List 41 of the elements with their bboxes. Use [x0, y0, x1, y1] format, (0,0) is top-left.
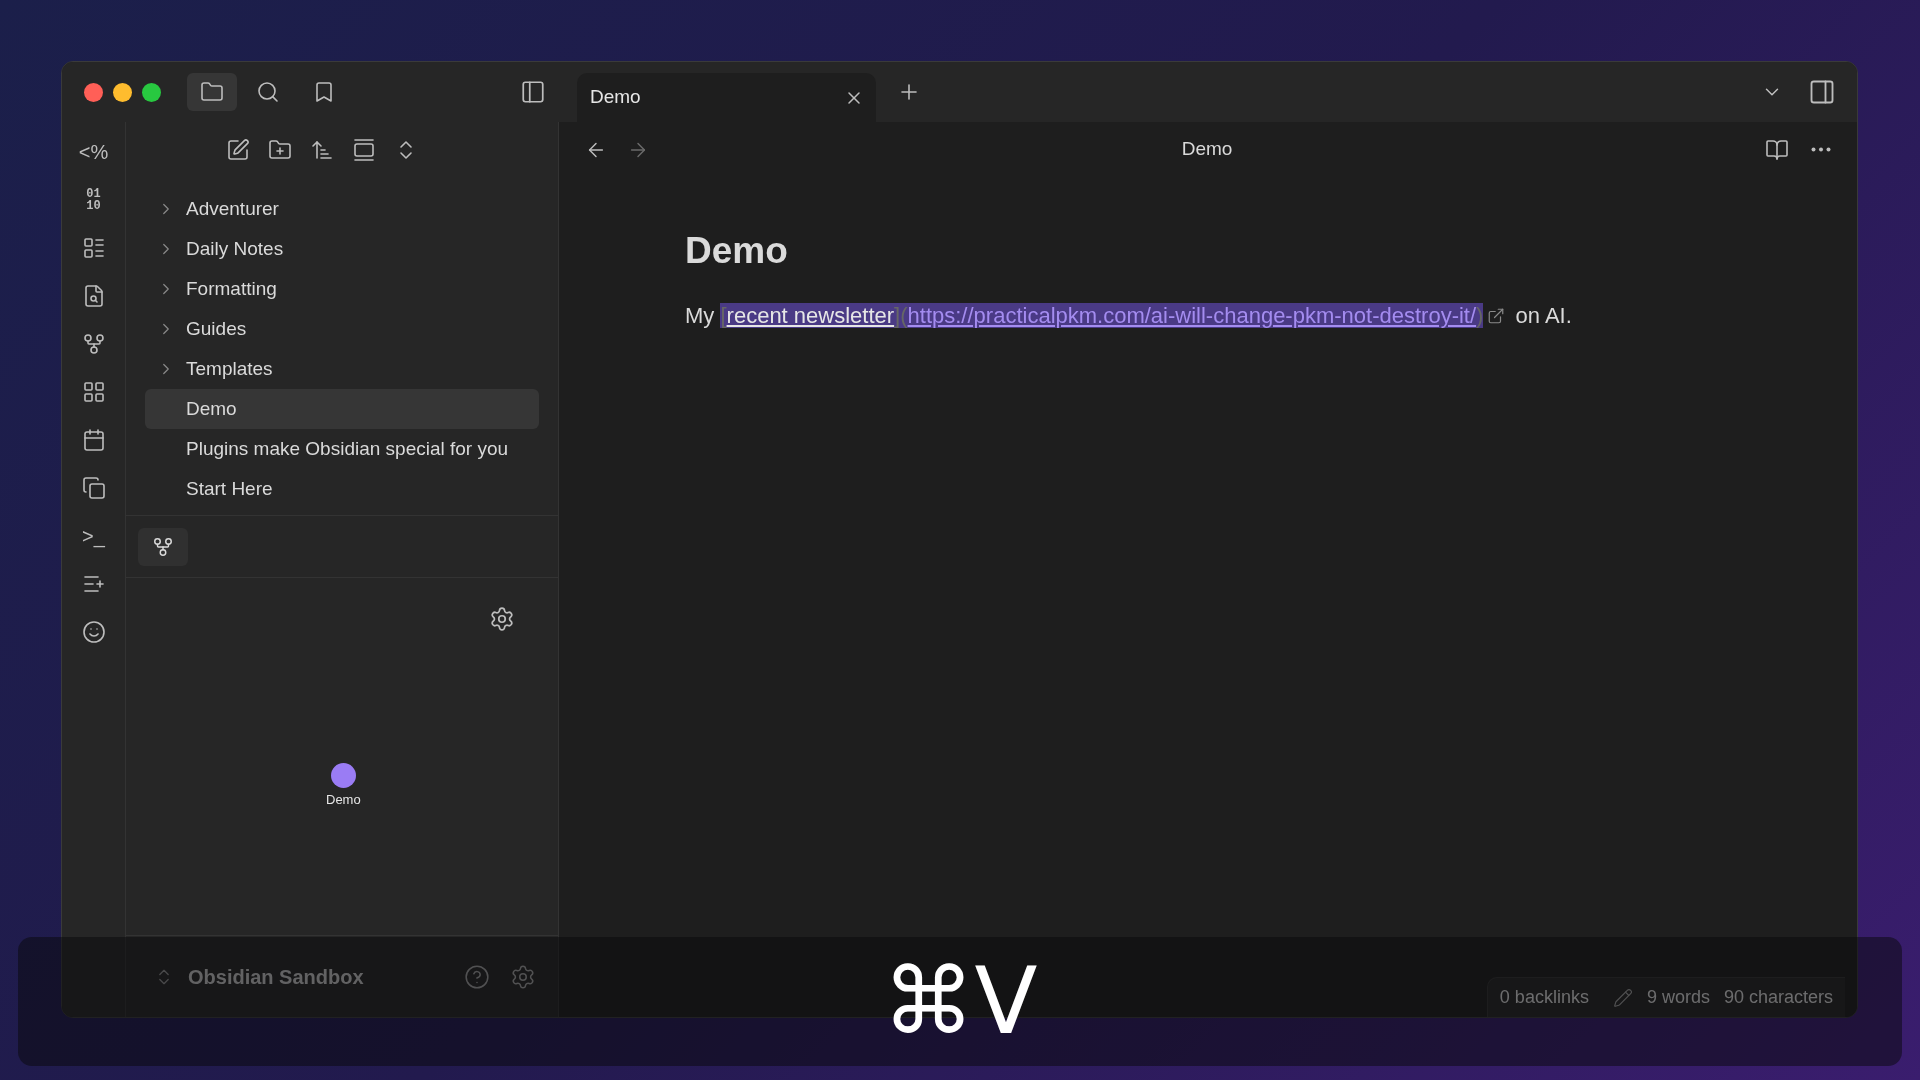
- file-item[interactable]: Start Here: [145, 469, 539, 509]
- note-title: Demo: [1181, 137, 1233, 162]
- close-button[interactable]: [84, 82, 103, 102]
- folder-item[interactable]: Adventurer: [145, 189, 539, 229]
- maximize-button[interactable]: [142, 82, 161, 102]
- new-folder-icon: [268, 137, 292, 162]
- folder-item[interactable]: Formatting: [145, 269, 539, 309]
- folder-icon: [200, 80, 224, 104]
- text-selection: [recent newsletter](https://practicalpkm.com/ai-will-change-pkm-not-destroy-it/): [720, 303, 1484, 328]
- sidebar-icon: [520, 79, 546, 105]
- note-paragraph: My [recent newsletter](https://practicalpkm.com/ai-will-change-pkm-not-destroy-it/) on AI.: [685, 302, 1573, 330]
- keystroke-text: ⌘V: [882, 955, 1038, 1048]
- tab-label: Demo: [590, 85, 641, 110]
- folder-item[interactable]: Daily Notes: [145, 229, 539, 269]
- file-item[interactable]: Demo: [145, 389, 539, 429]
- sidebar-icon: [1808, 78, 1836, 106]
- new-note-icon: [226, 137, 250, 162]
- minimize-button[interactable]: [113, 82, 132, 102]
- tab[interactable]: Demo: [577, 73, 876, 122]
- external-link-icon: [1487, 307, 1506, 325]
- help-icon: [464, 963, 490, 990]
- settings-icon: [489, 606, 515, 632]
- book-icon: [1765, 137, 1789, 162]
- character-count: 90 characters: [1723, 986, 1833, 1009]
- graph-icon: [152, 535, 174, 558]
- files-tab[interactable]: [187, 73, 237, 111]
- node-label: Demo: [326, 791, 361, 809]
- graph-node[interactable]: [330, 763, 356, 788]
- folder-item[interactable]: Templates: [145, 349, 539, 389]
- more-options-icon: [1811, 147, 1831, 152]
- auto-reveal-icon: [352, 137, 376, 162]
- backlinks-count: 0 backlinks: [1499, 986, 1589, 1009]
- file-item[interactable]: Plugins make Obsidian special for you: [145, 429, 539, 469]
- note-heading: Demo: [685, 229, 789, 273]
- word-count: 9 words: [1646, 986, 1710, 1009]
- local-graph-tab[interactable]: [138, 527, 188, 566]
- search-icon: [256, 80, 280, 104]
- settings-icon: [510, 963, 536, 990]
- link-text[interactable]: recent newsletter: [726, 303, 895, 328]
- pencil-icon: [1612, 987, 1633, 1008]
- folder-item[interactable]: Guides: [145, 309, 539, 349]
